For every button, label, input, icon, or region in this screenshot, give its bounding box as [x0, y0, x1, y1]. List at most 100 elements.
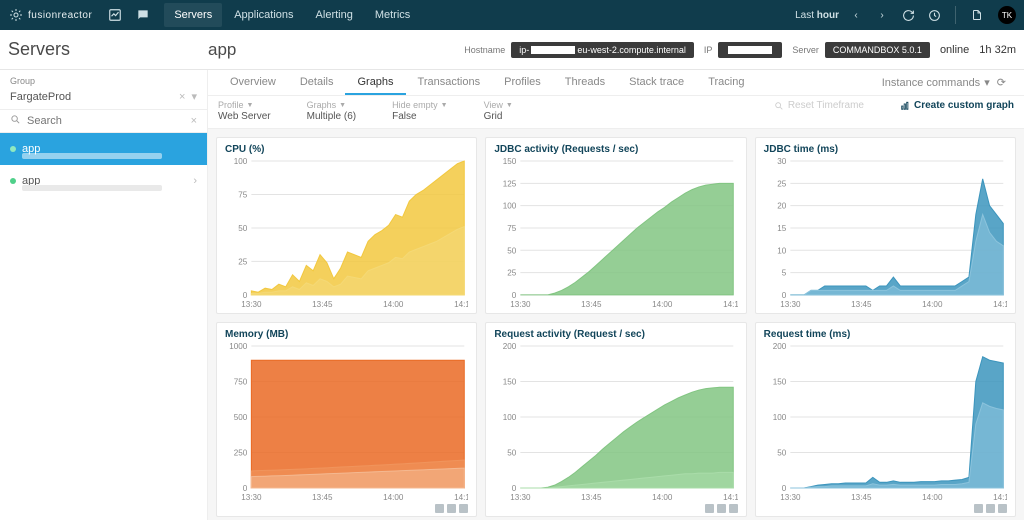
svg-text:100: 100 [234, 157, 248, 166]
chart-action-icon[interactable] [974, 504, 983, 513]
search-icon [10, 114, 21, 128]
chart-plot[interactable]: 025507510013:3013:4514:0014:15 [225, 157, 468, 309]
nav-link-applications[interactable]: Applications [224, 3, 303, 27]
chart-action-icon[interactable] [447, 504, 456, 513]
svg-text:13:30: 13:30 [241, 300, 262, 309]
search-input[interactable] [27, 115, 185, 127]
uptime-badge: 1h 32m [979, 44, 1016, 56]
chart-title: Request time (ms) [764, 329, 1007, 340]
chevron-down-icon: ▼ [339, 102, 346, 109]
svg-text:13:30: 13:30 [780, 300, 801, 309]
svg-text:25: 25 [238, 257, 248, 266]
clear-search-icon[interactable]: × [191, 115, 197, 127]
group-value[interactable]: FargateProd [10, 91, 71, 103]
chart-action-icon[interactable] [998, 504, 1007, 513]
graph-control-profile[interactable]: Profile ▼Web Server [218, 100, 271, 122]
svg-text:125: 125 [503, 179, 517, 188]
status-dot-icon [10, 146, 16, 152]
chart-action-icon[interactable] [705, 504, 714, 513]
chart-card-req-time: Request time (ms)05010015020013:3013:451… [755, 322, 1016, 517]
svg-text:250: 250 [234, 449, 248, 458]
svg-text:25: 25 [777, 179, 787, 188]
sidebar-item-app[interactable]: app› [0, 165, 207, 197]
sidebar-search[interactable]: × [0, 109, 207, 133]
svg-text:14:00: 14:00 [652, 493, 673, 502]
chart-title: JDBC time (ms) [764, 144, 1007, 155]
nav-link-alerting[interactable]: Alerting [306, 3, 363, 27]
svg-text:150: 150 [503, 378, 517, 387]
history-icon[interactable] [925, 6, 943, 24]
svg-text:14:15: 14:15 [454, 300, 468, 309]
chart-plot[interactable]: 025507510012515013:3013:4514:0014:15 [494, 157, 737, 309]
svg-text:50: 50 [238, 224, 248, 233]
tab-graphs[interactable]: Graphs [345, 70, 405, 95]
chevron-down-icon: ▼ [247, 102, 254, 109]
svg-text:750: 750 [234, 378, 248, 387]
chat-icon[interactable] [132, 4, 154, 26]
tab-overview[interactable]: Overview [218, 70, 288, 95]
ip-pill: IP [704, 42, 783, 58]
chevron-right-icon[interactable]: › [873, 6, 891, 24]
sidebar-item-app[interactable]: app [0, 133, 207, 165]
top-nav: fusionreactor ServersApplicationsAlertin… [0, 0, 1024, 30]
tab-threads[interactable]: Threads [553, 70, 617, 95]
svg-text:100: 100 [772, 413, 786, 422]
svg-text:50: 50 [508, 246, 518, 255]
svg-text:0: 0 [243, 291, 248, 300]
tab-transactions[interactable]: Transactions [406, 70, 493, 95]
create-custom-graph-button[interactable]: Create custom graph [900, 100, 1014, 111]
svg-text:10: 10 [777, 246, 787, 255]
svg-text:0: 0 [512, 291, 517, 300]
refresh-icon[interactable] [899, 6, 917, 24]
chevron-down-icon: ▾ [984, 76, 990, 89]
sidebar: Group FargateProd × ▾ × appapp› [0, 70, 208, 520]
svg-text:0: 0 [781, 291, 786, 300]
chart-action-icon[interactable] [435, 504, 444, 513]
nav-link-metrics[interactable]: Metrics [365, 3, 420, 27]
chart-action-icon[interactable] [729, 504, 738, 513]
brand-logo[interactable]: fusionreactor [8, 7, 98, 23]
svg-text:14:15: 14:15 [454, 493, 468, 502]
chart-plot[interactable]: 05101520253013:3013:4514:0014:15 [764, 157, 1007, 309]
chart-action-icon[interactable] [717, 504, 726, 513]
svg-text:100: 100 [503, 413, 517, 422]
chart-action-icon[interactable] [459, 504, 468, 513]
chart-plot[interactable]: 05010015020013:3013:4514:0014:15 [494, 342, 737, 502]
svg-text:50: 50 [777, 449, 787, 458]
dashboard-icon[interactable] [104, 4, 126, 26]
tab-profiles[interactable]: Profiles [492, 70, 553, 95]
tab-stack-trace[interactable]: Stack trace [617, 70, 696, 95]
chart-plot[interactable]: 05010015020013:3013:4514:0014:15 [764, 342, 1007, 502]
tab-tracing[interactable]: Tracing [696, 70, 756, 95]
nav-links: ServersApplicationsAlertingMetrics [164, 3, 420, 27]
graph-control-hide-empty[interactable]: Hide empty ▼False [392, 100, 447, 122]
svg-text:13:45: 13:45 [851, 493, 872, 502]
svg-text:13:30: 13:30 [241, 493, 262, 502]
clear-group-icon[interactable]: × ▾ [179, 90, 197, 103]
chart-title: CPU (%) [225, 144, 468, 155]
chevron-right-icon: › [193, 175, 197, 187]
graph-control-view[interactable]: View ▼Grid [484, 100, 513, 122]
chevron-left-icon[interactable]: ‹ [847, 6, 865, 24]
chart-action-icon[interactable] [986, 504, 995, 513]
svg-text:100: 100 [503, 202, 517, 211]
svg-text:15: 15 [777, 224, 787, 233]
instance-commands-dropdown[interactable]: Instance commands ▾ ⟳ [874, 72, 1014, 93]
svg-text:14:15: 14:15 [723, 300, 737, 309]
svg-text:14:00: 14:00 [383, 493, 404, 502]
status-dot-icon [10, 178, 16, 184]
document-icon[interactable] [968, 6, 986, 24]
time-range[interactable]: Last hour [795, 10, 839, 21]
avatar[interactable]: TK [998, 6, 1016, 24]
group-label: Group [0, 70, 207, 90]
tab-details[interactable]: Details [288, 70, 346, 95]
graph-control-graphs[interactable]: Graphs ▼Multiple (6) [307, 100, 356, 122]
chart-grid: CPU (%)025507510013:3013:4514:0014:15JDB… [208, 129, 1024, 520]
svg-text:13:45: 13:45 [582, 300, 603, 309]
svg-text:75: 75 [508, 224, 518, 233]
reset-timeframe-button[interactable]: Reset Timeframe [774, 100, 864, 111]
nav-link-servers[interactable]: Servers [164, 3, 222, 27]
svg-text:13:45: 13:45 [312, 300, 333, 309]
chart-card-jdbc-act: JDBC activity (Requests / sec)0255075100… [485, 137, 746, 314]
chart-plot[interactable]: 0250500750100013:3013:4514:0014:15 [225, 342, 468, 502]
